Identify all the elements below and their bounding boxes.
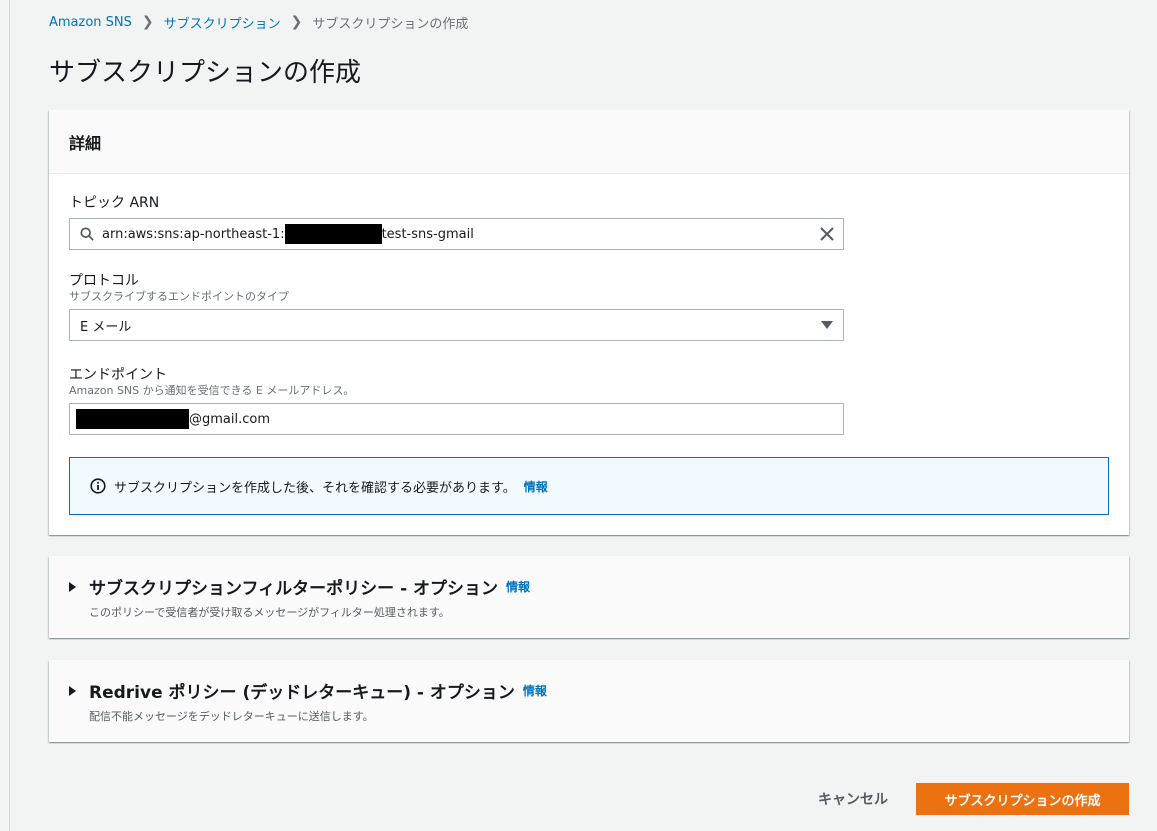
filter-policy-description: このポリシーで受信者が受け取るメッセージがフィルター処理されます。	[89, 606, 450, 619]
breadcrumb: Amazon SNS ❯ サブスクリプション ❯ サブスクリプションの作成	[49, 13, 469, 32]
protocol-selected-value: E メール	[80, 319, 132, 335]
details-panel: 詳細 トピック ARN arn:aws:sns:ap-northeast-1: …	[49, 110, 1129, 535]
details-title: 詳細	[69, 133, 102, 153]
breadcrumb-current: サブスクリプションの作成	[312, 16, 469, 32]
topic-arn-label: トピック ARN	[69, 195, 160, 211]
endpoint-suffix: @gmail.com	[189, 411, 271, 427]
info-icon	[90, 478, 106, 494]
breadcrumb-item-sns[interactable]: Amazon SNS	[49, 15, 132, 30]
redrive-policy-info-link[interactable]: 情報	[523, 682, 547, 699]
caret-down-icon	[821, 321, 833, 329]
topic-arn-field: トピック ARN arn:aws:sns:ap-northeast-1: tes…	[69, 194, 844, 250]
confirmation-info-alert: サブスクリプションを作成した後、それを確認する必要があります。 情報	[69, 457, 1109, 515]
protocol-field: プロトコル サブスクライブするエンドポイントのタイプ E メール	[69, 272, 844, 341]
chevron-right-icon: ❯	[290, 14, 303, 30]
endpoint-input[interactable]: @gmail.com	[69, 403, 844, 435]
page-title: サブスクリプションの作成	[49, 58, 362, 88]
redrive-policy-title: Redrive ポリシー (デッドレターキュー) - オプション	[89, 683, 515, 703]
details-header: 詳細	[49, 110, 1129, 174]
cancel-button[interactable]: キャンセル	[806, 784, 900, 814]
filter-policy-title: サブスクリプションフィルターポリシー - オプション	[89, 579, 499, 599]
redrive-policy-header[interactable]: Redrive ポリシー (デッドレターキュー) - オプション 情報	[69, 678, 1109, 703]
search-icon	[80, 227, 94, 241]
filter-policy-expander[interactable]: サブスクリプションフィルターポリシー - オプション 情報 このポリシーで受信者…	[49, 556, 1129, 638]
topic-arn-suffix: test-sns-gmail	[381, 226, 474, 242]
info-message: サブスクリプションを作成した後、それを確認する必要があります。	[114, 480, 516, 496]
endpoint-field: エンドポイント Amazon SNS から通知を受信できる E メールアドレス。…	[69, 366, 844, 435]
redacted-email-user	[76, 409, 189, 429]
protocol-select[interactable]: E メール	[69, 309, 844, 341]
caret-right-icon	[69, 581, 76, 592]
caret-right-icon	[69, 685, 76, 696]
topic-arn-input[interactable]: arn:aws:sns:ap-northeast-1: test-sns-gma…	[69, 218, 844, 250]
nav-divider	[9, 0, 10, 831]
redrive-policy-expander[interactable]: Redrive ポリシー (デッドレターキュー) - オプション 情報 配信不能…	[49, 660, 1129, 742]
chevron-right-icon: ❯	[141, 14, 154, 30]
create-subscription-button[interactable]: サブスクリプションの作成	[916, 783, 1129, 815]
endpoint-description: Amazon SNS から通知を受信できる E メールアドレス。	[69, 384, 355, 397]
info-link[interactable]: 情報	[524, 478, 548, 495]
protocol-label: プロトコル	[69, 273, 139, 289]
redrive-policy-description: 配信不能メッセージをデッドレターキューに送信します。	[89, 710, 374, 723]
redacted-account-id	[284, 224, 382, 244]
filter-policy-info-link[interactable]: 情報	[506, 578, 530, 595]
protocol-description: サブスクライブするエンドポイントのタイプ	[69, 290, 289, 303]
endpoint-label: エンドポイント	[69, 367, 167, 383]
filter-policy-header[interactable]: サブスクリプションフィルターポリシー - オプション 情報	[69, 574, 1109, 599]
close-icon[interactable]	[819, 226, 835, 242]
breadcrumb-item-subscriptions[interactable]: サブスクリプション	[164, 13, 281, 32]
topic-arn-prefix: arn:aws:sns:ap-northeast-1:	[102, 226, 285, 242]
